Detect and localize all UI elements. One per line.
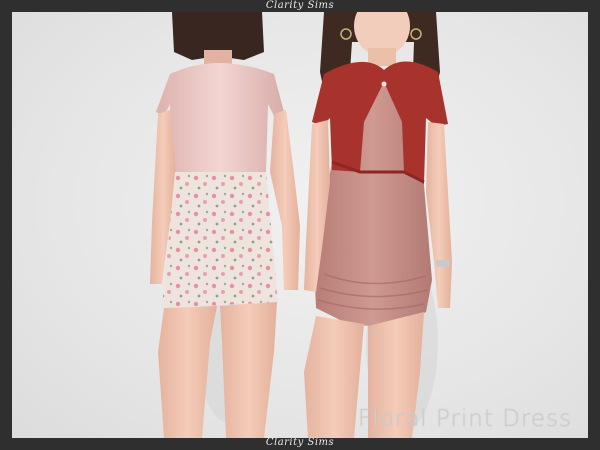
right-leg <box>220 302 277 438</box>
product-title: Floral Print Dress <box>358 406 572 432</box>
cardigan-button <box>381 81 387 87</box>
left-leg <box>304 316 364 438</box>
models-illustration <box>150 12 452 438</box>
image-frame: Floral Print Dress Clarity Sims Clarity … <box>0 0 600 450</box>
watermark-top: Clarity Sims <box>265 0 335 11</box>
floral-skirt <box>162 172 278 308</box>
product-photo: Floral Print Dress <box>12 12 588 438</box>
left-model <box>150 12 300 438</box>
tshirt <box>156 63 284 174</box>
right-model <box>304 12 452 438</box>
right-arm <box>270 110 300 290</box>
wristwatch <box>436 260 450 267</box>
watermark-bottom: Clarity Sims <box>265 437 335 448</box>
